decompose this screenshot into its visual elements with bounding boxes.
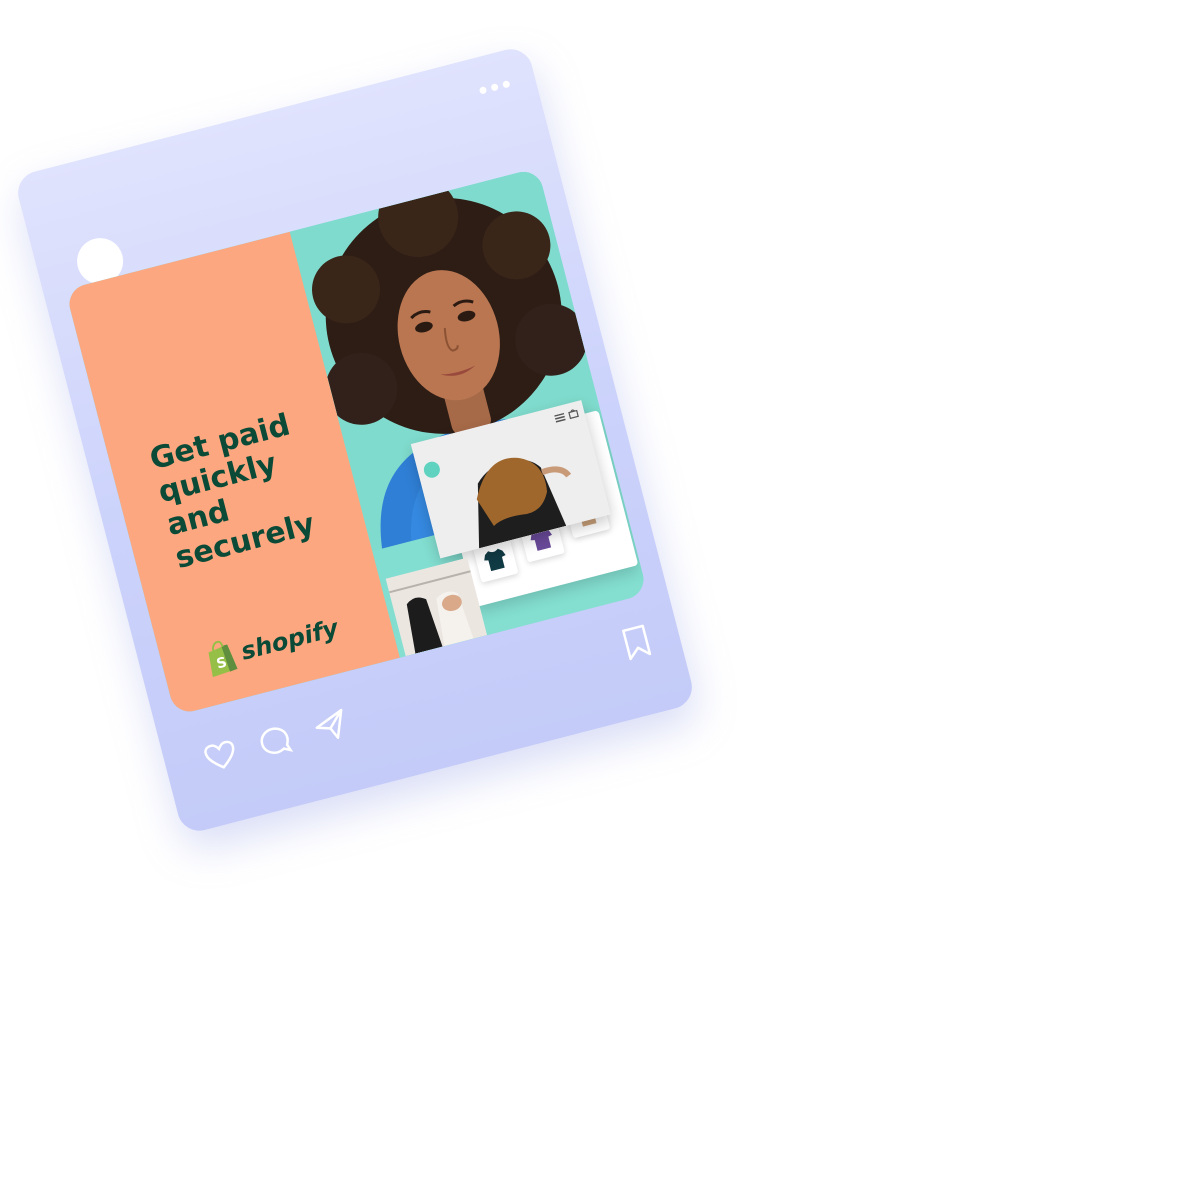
- brand-wordmark: shopify: [238, 613, 342, 666]
- bookmark-icon[interactable]: [620, 623, 654, 662]
- ad-headline: Get paid quickly and securely: [146, 407, 319, 577]
- ad-creative[interactable]: Get paid quickly and securely S shopify: [65, 167, 648, 716]
- comment-icon[interactable]: [255, 722, 294, 761]
- tshirt-icon: [484, 548, 506, 572]
- heart-icon[interactable]: [202, 738, 240, 773]
- social-post-card: Get paid quickly and securely S shopify: [13, 44, 697, 836]
- more-options-icon[interactable]: [478, 80, 511, 95]
- brand-logo: S shopify: [202, 611, 342, 678]
- stage: Get paid quickly and securely S shopify: [0, 0, 1200, 1200]
- send-icon[interactable]: [312, 708, 350, 745]
- shopping-bag-icon: S: [208, 640, 238, 678]
